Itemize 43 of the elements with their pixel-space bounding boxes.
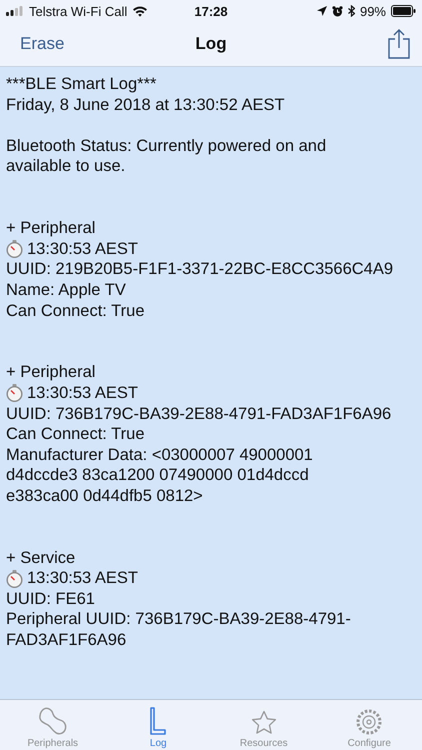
log-line: 13:30:53 AEST [27,382,138,404]
log-line: 13:30:53 AEST [27,568,138,589]
log-line: ***BLE Smart Log*** [6,74,158,95]
battery-percent: 99% [360,4,386,18]
status-time: 17:28 [194,4,228,18]
tab-item[interactable]: Resources [211,700,316,750]
log-line: Bluetooth Status: Currently powered on and [6,136,328,156]
log-line: + Peripheral [6,218,96,239]
stopwatch-icon [6,570,23,588]
nav-title: Log [195,34,227,54]
bluetooth-icon [348,5,355,17]
log-line: + Service [6,548,76,568]
stopwatch-icon [6,240,23,258]
alarm-icon [332,6,343,16]
log-line: Peripheral UUID: 736B179C-BA39-2E88-4791- [6,609,352,630]
log-line: Manufacturer Data: <03000007 49000001 [6,444,314,466]
log-line: FAD3AF1F6A96 [6,630,128,651]
tab-item[interactable]: Configure [316,700,422,750]
log-line: Can Connect: True [6,300,146,322]
log-line: UUID: FE61 [6,588,96,610]
signal-icon [6,6,24,16]
tab-item[interactable]: Log [106,700,211,750]
log-line: available to use. [6,156,126,177]
log-line: e383ca00 0d44dfb5 0812> [6,486,204,506]
wifi-icon [132,5,148,17]
log-line: Name: Apple TV [6,280,127,301]
stopwatch-icon [6,384,23,402]
carrier-name: Telstra Wi-Fi Call [29,4,128,18]
tab-item[interactable]: Peripherals [0,700,106,750]
battery-icon [391,5,416,17]
share-icon[interactable] [388,29,410,59]
erase-button[interactable]: Erase [16,30,68,58]
log-line: d4dccde3 83ca1200 07490000 01d4dccd [6,465,310,486]
log-line: UUID: 219B20B5-F1F1-3371-22BC-E8CC3566C4A9 [6,259,394,280]
log-line: Can Connect: True [6,424,146,445]
log-line: 13:30:53 AEST [27,238,138,260]
star-icon [250,710,277,736]
gear-icon [355,708,384,736]
log-line: + Peripheral [6,362,96,383]
letter-l-icon [148,706,168,736]
location-icon [316,6,327,16]
log-line: Friday, 8 June 2018 at 13:30:52 AEST [6,94,286,116]
log-line: UUID: 736B179C-BA39-2E88-4791-FAD3AF1F6A96 [6,404,392,424]
